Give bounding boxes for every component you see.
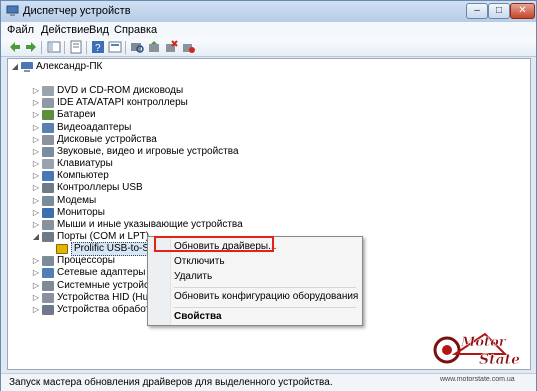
hid-icon (42, 292, 54, 303)
mouse-icon (42, 219, 54, 230)
title-bar[interactable]: Диспетчер устройств – □ ✕ (1, 1, 536, 22)
toolbar: ? (1, 39, 536, 57)
collapse-icon[interactable]: ◢ (32, 231, 40, 243)
back-icon[interactable] (8, 40, 22, 54)
expand-icon[interactable]: ▷ (32, 122, 40, 134)
toolbar-divider (41, 41, 42, 54)
tree-item-label: Дисковые устройства (57, 133, 157, 145)
forward-icon[interactable] (24, 40, 38, 54)
expand-icon[interactable]: ▷ (32, 146, 40, 158)
tree-root-label: Александр-ПК (36, 61, 103, 72)
expand-icon[interactable]: ▷ (32, 292, 40, 304)
menu-uninstall[interactable]: Удалить (174, 271, 212, 283)
scan-hardware-icon[interactable] (130, 40, 144, 54)
monitor-icon (42, 207, 54, 218)
expand-icon[interactable]: ▷ (32, 85, 40, 97)
expand-icon[interactable]: ▷ (32, 255, 40, 267)
computer-icon (42, 171, 54, 182)
expand-icon[interactable]: ▷ (32, 267, 40, 279)
context-menu-divider (174, 287, 356, 288)
show-hide-tree-icon[interactable] (47, 40, 61, 54)
menu-file[interactable]: Файл (7, 24, 34, 36)
expand-icon[interactable]: ▷ (32, 219, 40, 231)
tree-item-label: Модемы (57, 194, 97, 206)
tree-item-label: Контроллеры USB (57, 182, 143, 194)
tree-item-label: Звуковые, видео и игровые устройства (57, 145, 239, 157)
menu-properties[interactable]: Свойства (174, 311, 222, 323)
expand-icon[interactable]: ▷ (32, 304, 40, 316)
port-icon (42, 231, 54, 242)
view-toggle-icon[interactable] (108, 40, 122, 54)
disk-drive-icon (42, 134, 54, 145)
minimize-button[interactable]: – (466, 3, 488, 19)
expand-icon[interactable]: ▷ (32, 109, 40, 121)
svg-text:State: State (479, 352, 520, 368)
tree-item-label: Клавиатуры (57, 158, 113, 170)
menu-action[interactable]: Действие (41, 24, 89, 36)
device-manager-icon (6, 5, 19, 16)
dvd-drive-icon (42, 86, 54, 97)
sound-icon (42, 146, 54, 157)
update-driver-icon[interactable] (147, 40, 161, 54)
tree-item-label: Компьютер (57, 170, 109, 182)
menu-help[interactable]: Справка (114, 24, 157, 36)
context-menu-divider (174, 307, 356, 308)
svg-text:?: ? (95, 43, 101, 54)
expand-icon[interactable]: ▷ (32, 207, 40, 219)
tree-item-label: DVD и CD-ROM дисководы (57, 85, 184, 97)
keyboard-icon (42, 159, 54, 170)
expand-icon[interactable]: ▷ (32, 97, 40, 109)
tree-item-label: Мыши и иные указывающие устройства (57, 218, 243, 230)
expand-icon[interactable]: ▷ (32, 182, 40, 194)
processor-icon (42, 256, 54, 267)
toolbar-divider (125, 41, 126, 54)
collapse-icon[interactable]: ◢ (11, 61, 19, 73)
menu-bar: Файл Действие Вид Справка (1, 22, 536, 39)
tree-item-label: Видеоадаптеры (57, 121, 132, 133)
window-title: Диспетчер устройств (23, 5, 131, 17)
help-icon[interactable]: ? (91, 40, 105, 54)
status-text: Запуск мастера обновления драйверов для … (9, 377, 333, 388)
network-adapter-icon (42, 268, 54, 279)
computer-icon (21, 62, 33, 72)
usb-icon (42, 183, 54, 194)
maximize-button[interactable]: □ (488, 3, 510, 19)
svg-text:Motor: Motor (460, 335, 507, 350)
expand-icon[interactable]: ▷ (32, 195, 40, 207)
close-button[interactable]: ✕ (510, 3, 535, 19)
imaging-icon (42, 304, 54, 315)
menu-disable[interactable]: Отключить (174, 256, 225, 268)
system-device-icon (42, 280, 54, 291)
disable-device-icon[interactable] (181, 40, 195, 54)
tree-item-label: Батареи (57, 109, 96, 121)
menu-view[interactable]: Вид (89, 24, 109, 36)
tree-item-label: Процессоры (57, 255, 115, 267)
modem-icon (42, 195, 54, 206)
battery-icon (42, 110, 54, 121)
expand-icon[interactable]: ▷ (32, 134, 40, 146)
watermark-url: www.motorstate.com.ua (440, 376, 515, 383)
tree-item-label: Сетевые адаптеры (57, 267, 146, 279)
tree-item-label: IDE ATA/ATAPI контроллеры (57, 97, 188, 109)
expand-icon[interactable]: ▷ (32, 280, 40, 292)
properties-icon[interactable] (69, 40, 83, 54)
toolbar-divider (64, 41, 65, 54)
toolbar-divider (86, 41, 87, 54)
tree-item-label: Мониторы (57, 206, 105, 218)
menu-scan-hardware[interactable]: Обновить конфигурацию оборудования (174, 291, 358, 303)
motor-state-logo: Motor State (433, 332, 520, 368)
expand-icon[interactable]: ▷ (32, 170, 40, 182)
display-adapter-icon (42, 122, 54, 133)
highlight-box (154, 236, 274, 252)
uninstall-icon[interactable] (164, 40, 178, 54)
warning-device-icon (56, 244, 68, 255)
ide-controller-icon (42, 98, 54, 109)
expand-icon[interactable]: ▷ (32, 158, 40, 170)
